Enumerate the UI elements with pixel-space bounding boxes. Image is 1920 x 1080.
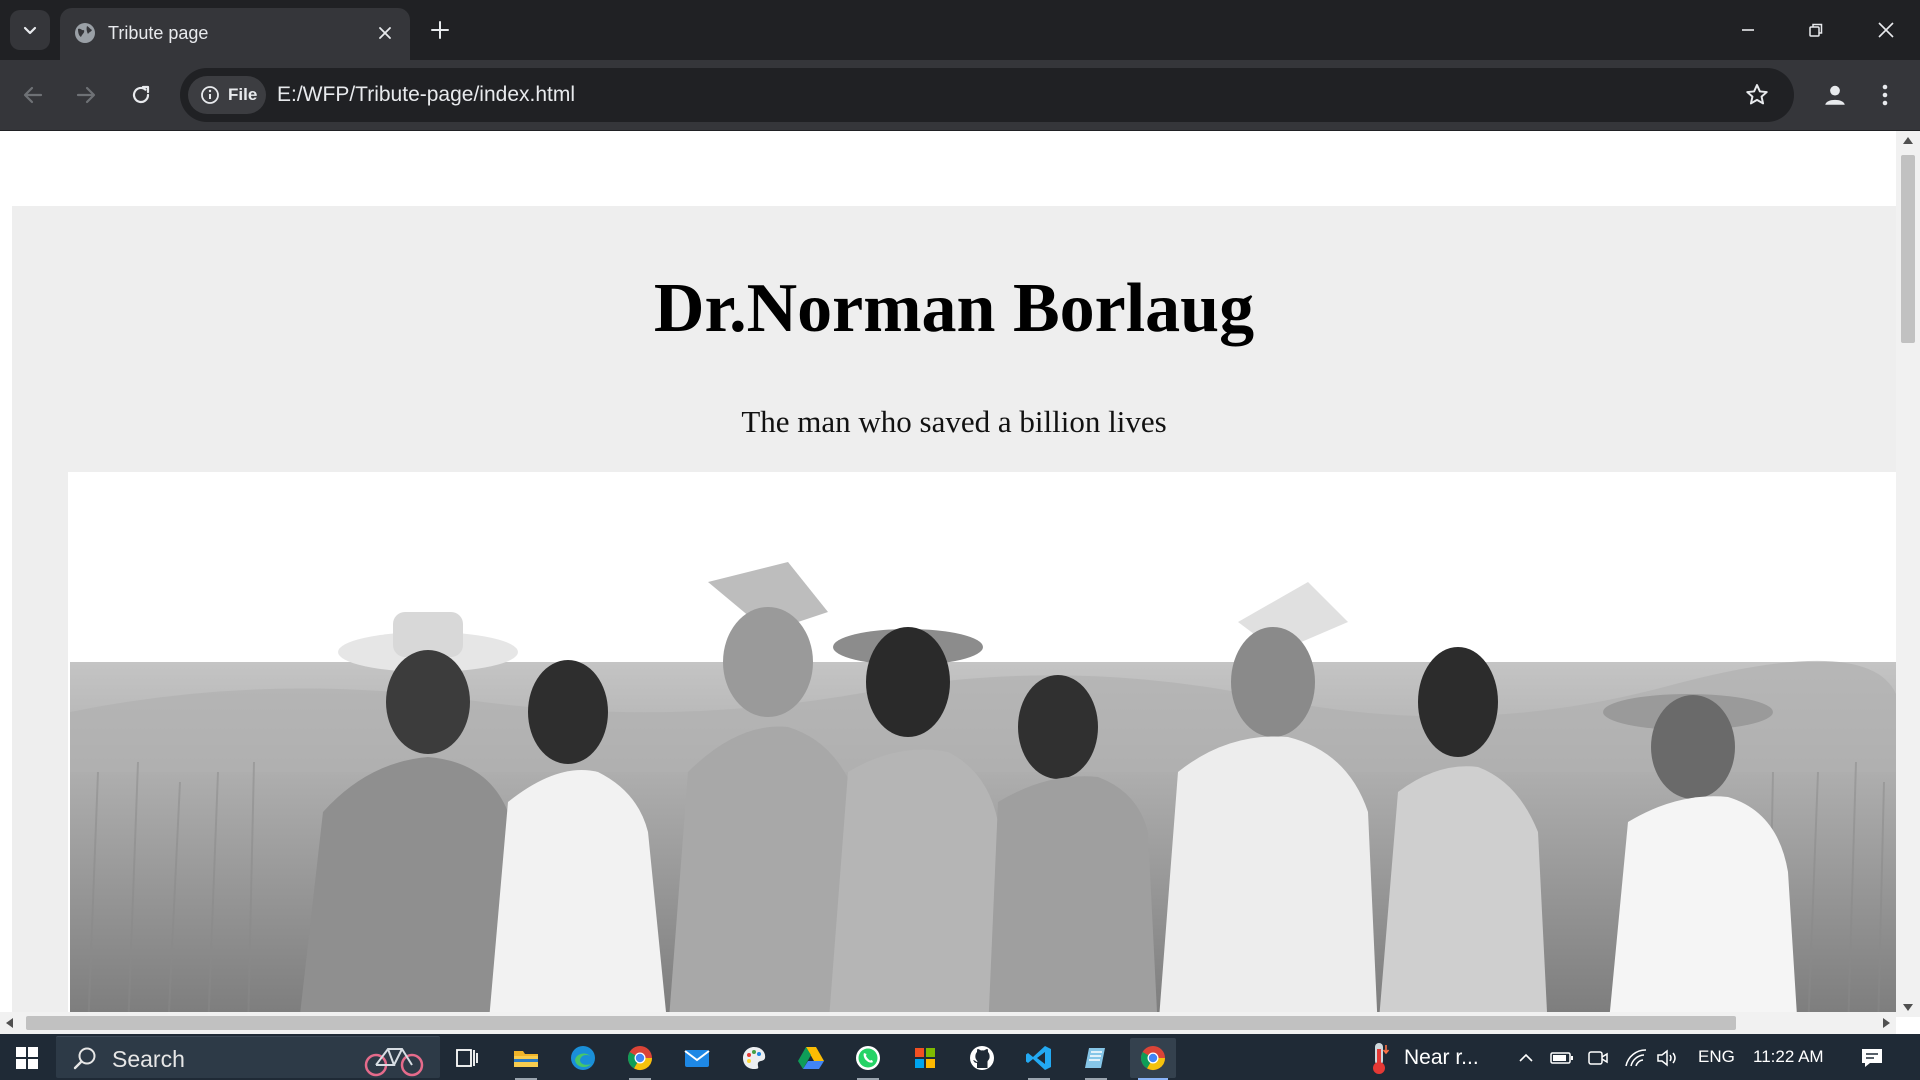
page-viewport: Dr.Norman Borlaug The man who saved a bi… [0, 131, 1920, 1034]
whatsapp-button[interactable] [845, 1038, 891, 1080]
close-window-button[interactable] [1852, 0, 1920, 60]
restore-icon [1809, 23, 1823, 37]
minimize-button[interactable] [1714, 0, 1782, 60]
back-button[interactable] [13, 75, 53, 115]
forward-button[interactable] [66, 75, 106, 115]
url-text[interactable]: E:/WFP/Tribute-page/index.html [277, 82, 575, 108]
scroll-right-arrow-icon[interactable] [1883, 1018, 1890, 1028]
chevron-down-icon [23, 26, 37, 35]
browser-tab[interactable]: Tribute page [60, 8, 410, 60]
show-hidden-icons-chevron-up-icon[interactable] [1514, 1046, 1538, 1070]
task-view-icon [456, 1049, 478, 1067]
profile-avatar-icon[interactable] [1816, 76, 1854, 114]
github-icon [970, 1046, 994, 1070]
chrome-active-button[interactable] [1130, 1038, 1176, 1080]
plus-icon [431, 21, 449, 39]
scroll-left-arrow-icon[interactable] [6, 1018, 13, 1028]
search-placeholder: Search [112, 1046, 185, 1072]
store-icon [915, 1048, 935, 1068]
security-chip-label: File [228, 85, 258, 104]
reload-icon [132, 85, 150, 104]
paint-button[interactable] [731, 1038, 777, 1078]
chrome-icon [1140, 1046, 1165, 1071]
google-drive-button[interactable] [788, 1038, 834, 1078]
battery-icon[interactable] [1550, 1046, 1574, 1070]
folder-icon [514, 1051, 538, 1067]
tab-title: Tribute page [108, 23, 209, 43]
weather-text: Near r... [1404, 1046, 1479, 1069]
tab-strip: Tribute page [0, 0, 1920, 60]
browser-toolbar: File E:/WFP/Tribute-page/index.html [0, 60, 1920, 130]
vscode-button[interactable] [1016, 1038, 1062, 1080]
vertical-scrollbar[interactable] [1896, 131, 1920, 1017]
tribute-main: Dr.Norman Borlaug The man who saved a bi… [12, 206, 1896, 1034]
vertical-scroll-thumb[interactable] [1901, 155, 1915, 343]
notifications-icon[interactable] [1860, 1046, 1884, 1070]
camera-icon[interactable] [1586, 1046, 1610, 1070]
wifi-icon[interactable] [1624, 1046, 1648, 1070]
bicycle-icon [364, 1048, 424, 1077]
input-language[interactable]: ENG [1698, 1044, 1735, 1070]
windows-store-button[interactable] [902, 1038, 948, 1078]
notepad-button[interactable] [1073, 1038, 1119, 1080]
google-drive-icon [798, 1047, 824, 1069]
clock-time[interactable]: 11:22 AM [1753, 1044, 1824, 1070]
edge-button[interactable] [560, 1038, 606, 1078]
site-info-chip[interactable]: File [188, 76, 266, 114]
close-tab-icon[interactable] [370, 18, 400, 48]
windows-logo-icon [16, 1047, 38, 1069]
thermometer-icon [1373, 1043, 1390, 1074]
tab-search-button[interactable] [10, 10, 50, 50]
horizontal-scroll-thumb[interactable] [26, 1016, 1736, 1030]
field-workers-image [68, 472, 1896, 1032]
edge-icon [571, 1046, 595, 1070]
scroll-up-arrow-icon[interactable] [1903, 137, 1913, 144]
mail-button[interactable] [674, 1038, 720, 1078]
github-button[interactable] [959, 1038, 1005, 1078]
page-tagline: The man who saved a billion lives [741, 404, 1167, 439]
tribute-photo [68, 472, 1896, 1032]
globe-icon [75, 23, 95, 43]
chrome-icon [627, 1046, 652, 1071]
reload-button[interactable] [121, 75, 161, 115]
file-explorer-button[interactable] [503, 1038, 549, 1080]
close-icon [1878, 22, 1894, 38]
weather-widget[interactable]: Near r... [1368, 1040, 1479, 1076]
start-button[interactable] [8, 1042, 46, 1074]
whatsapp-icon [856, 1046, 880, 1070]
vscode-icon [1026, 1046, 1051, 1070]
scroll-down-arrow-icon[interactable] [1903, 1004, 1913, 1011]
info-icon [201, 86, 219, 104]
minimize-icon [1742, 29, 1754, 31]
chrome-button[interactable] [617, 1038, 663, 1080]
search-icon [73, 1047, 96, 1070]
page-title: Dr.Norman Borlaug [653, 270, 1255, 347]
address-bar[interactable]: File E:/WFP/Tribute-page/index.html [180, 68, 1794, 122]
arrow-left-icon [23, 86, 43, 104]
volume-icon[interactable] [1656, 1046, 1680, 1070]
mail-icon [684, 1050, 710, 1067]
paint-palette-icon [743, 1047, 766, 1069]
bookmark-star-icon[interactable] [1742, 80, 1772, 110]
horizontal-scrollbar[interactable] [0, 1012, 1896, 1034]
task-view-button[interactable] [444, 1038, 490, 1078]
restore-button[interactable] [1782, 0, 1850, 60]
windows-taskbar: Search Near r... ENG 11:22 AM [0, 1034, 1920, 1080]
taskbar-search-box[interactable]: Search [56, 1036, 440, 1078]
new-tab-button[interactable] [422, 12, 458, 48]
notepad-icon [1085, 1048, 1105, 1068]
arrow-right-icon [76, 86, 96, 104]
browser-menu-icon[interactable] [1870, 76, 1900, 114]
